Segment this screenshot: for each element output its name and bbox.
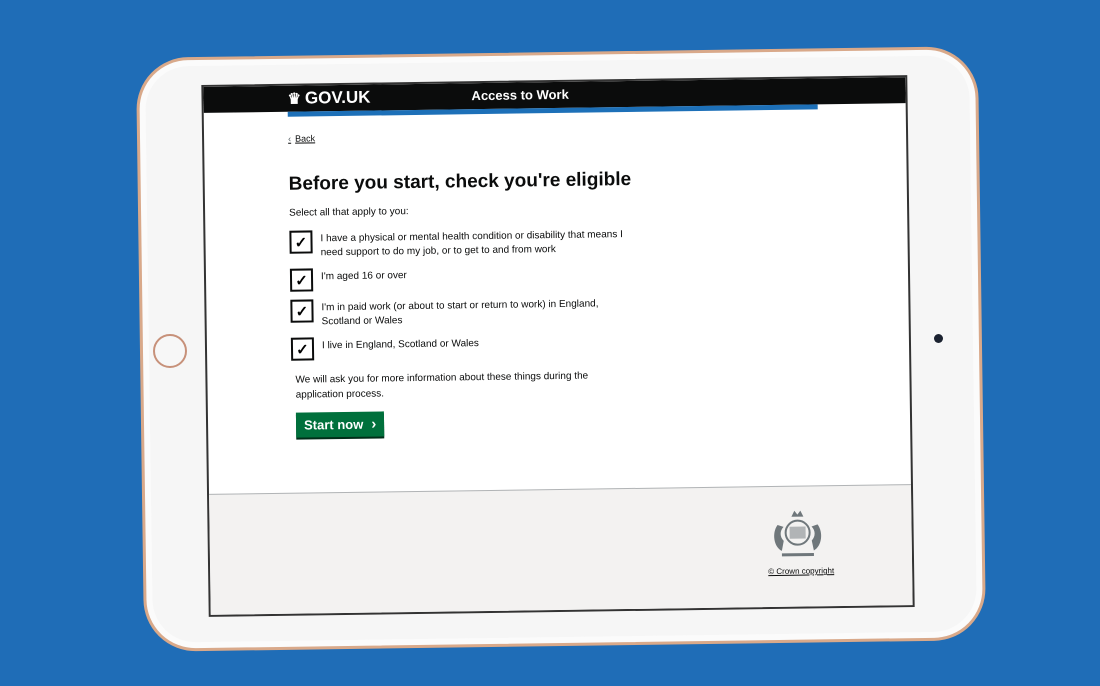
govuk-logo[interactable]: ♛ GOV.UK (287, 88, 370, 109)
checkbox-label[interactable]: I live in England, Scotland or Wales (322, 333, 632, 353)
eligibility-option[interactable]: ✓ I'm in paid work (or about to start or… (290, 291, 908, 330)
checkbox[interactable]: ✓ (290, 299, 314, 323)
crown-icon: ♛ (287, 90, 302, 108)
camera-icon (934, 334, 943, 343)
checkbox[interactable]: ✓ (289, 268, 314, 292)
checkbox-label[interactable]: I'm in paid work (or about to start or r… (321, 295, 631, 329)
eligibility-option[interactable]: ✓ I live in England, Scotland or Wales (290, 329, 909, 361)
eligibility-option[interactable]: ✓ I have a physical or mental health con… (289, 222, 907, 261)
checkbox[interactable]: ✓ (289, 230, 313, 254)
info-note: We will ask you for more information abo… (295, 370, 589, 401)
back-link[interactable]: ‹ Back (288, 133, 315, 143)
start-now-button[interactable]: Start now › (295, 411, 385, 438)
check-mark: ✓ (294, 233, 308, 252)
main-content: ‹ Back Before you start, check you're el… (204, 103, 911, 491)
service-name[interactable]: Access to Work (471, 87, 568, 103)
start-now-label: Start now (303, 416, 364, 433)
chevron-right-icon: › (371, 415, 377, 433)
home-button[interactable] (153, 334, 187, 368)
logo-text: GOV.UK (304, 87, 371, 108)
royal-crest-icon (774, 510, 822, 557)
browser-screen: ♛ GOV.UK Access to Work ‹ Back Before yo… (201, 75, 915, 617)
crown-copyright-link[interactable]: © Crown copyright (768, 566, 834, 576)
checkbox-hint: Select all that apply to you: (289, 206, 409, 219)
checkbox[interactable]: ✓ (290, 337, 315, 361)
checkbox-label[interactable]: I have a physical or mental health condi… (320, 226, 630, 260)
check-mark: ✓ (296, 340, 309, 359)
chevron-left-icon: ‹ (288, 133, 292, 144)
check-mark: ✓ (295, 302, 309, 321)
site-footer: © Crown copyright (209, 484, 913, 615)
page-title: Before you start, check you're eligible (288, 168, 632, 195)
back-link-label: Back (295, 133, 316, 144)
eligibility-option[interactable]: ✓ I'm aged 16 or over (289, 260, 908, 292)
checkbox-label[interactable]: I'm aged 16 or over (321, 264, 631, 284)
check-mark: ✓ (295, 271, 308, 290)
